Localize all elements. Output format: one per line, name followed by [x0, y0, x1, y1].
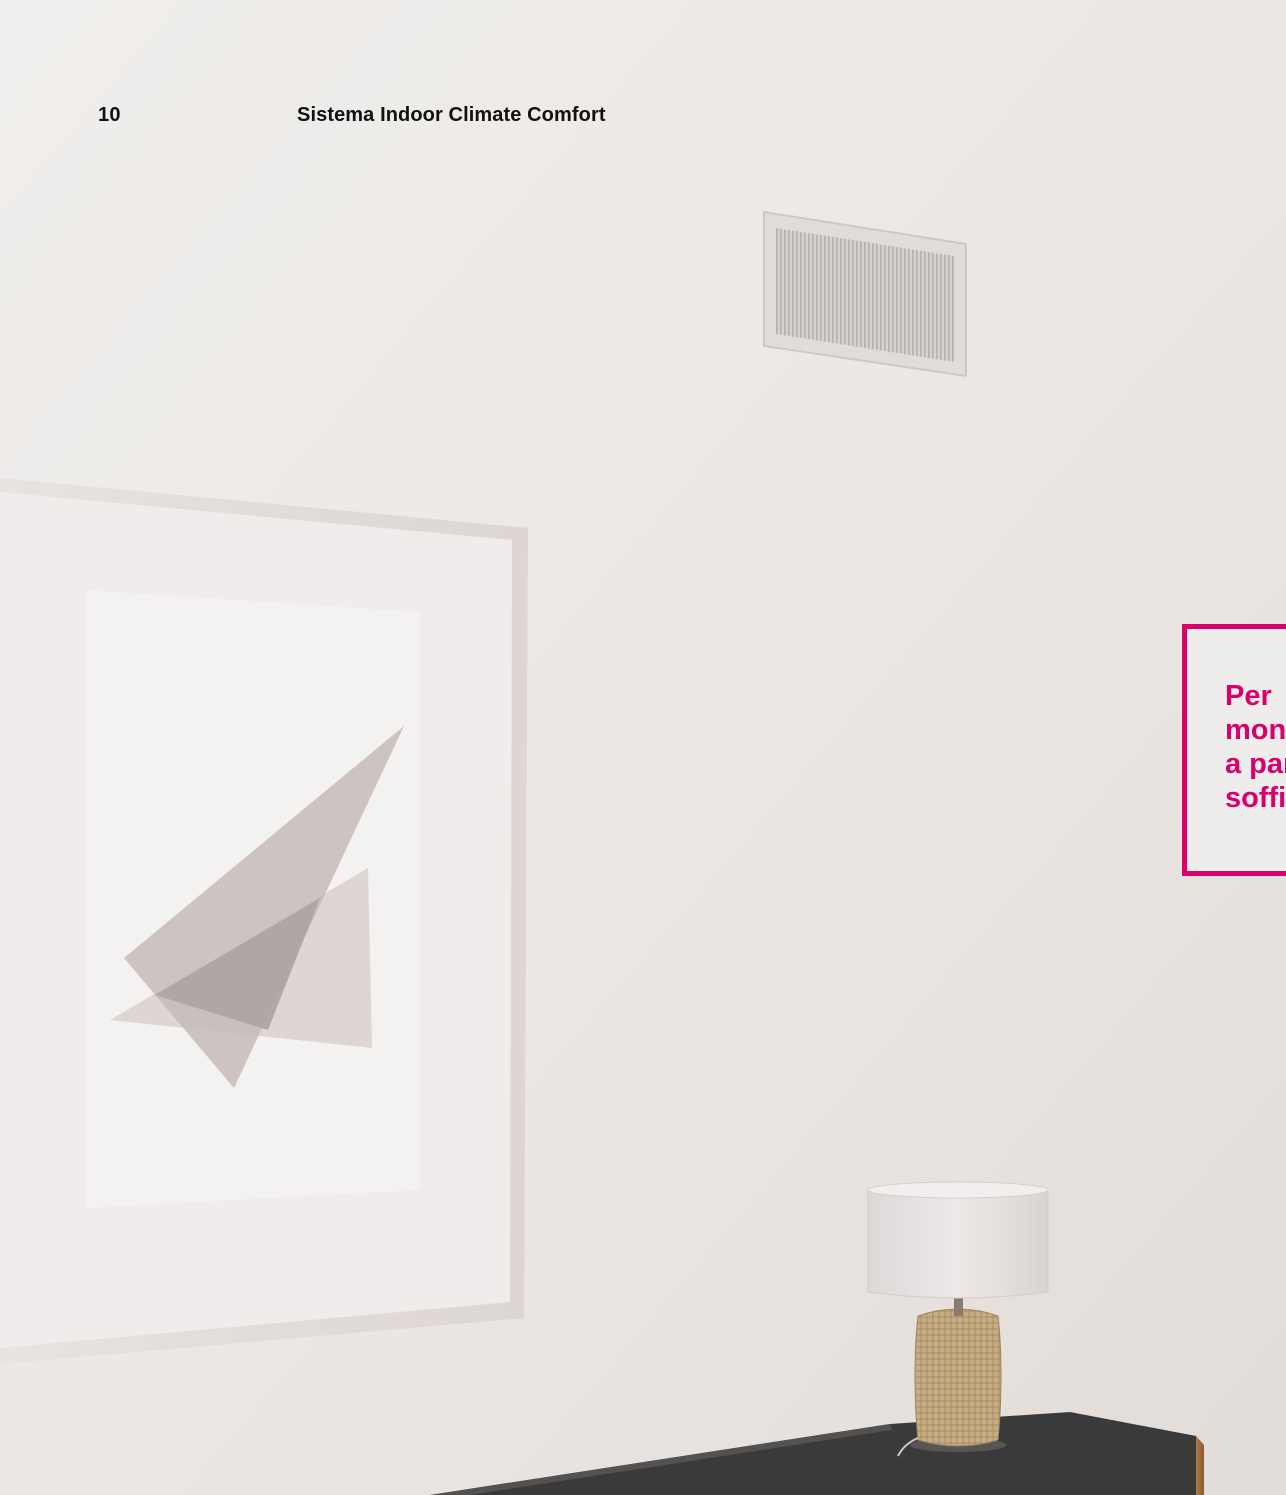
room-photo	[0, 0, 1286, 1495]
callout-text: Per mon a par soffi	[1225, 680, 1286, 814]
page-number: 10	[98, 104, 121, 126]
brochure-page: 10 Sistema Indoor Climate Comfort Per mo…	[0, 0, 1286, 1495]
page-title: Sistema Indoor Climate Comfort	[297, 104, 606, 126]
framed-abstract-artwork	[0, 478, 528, 1364]
callout-box: Per mon a par soffi	[1182, 624, 1286, 876]
